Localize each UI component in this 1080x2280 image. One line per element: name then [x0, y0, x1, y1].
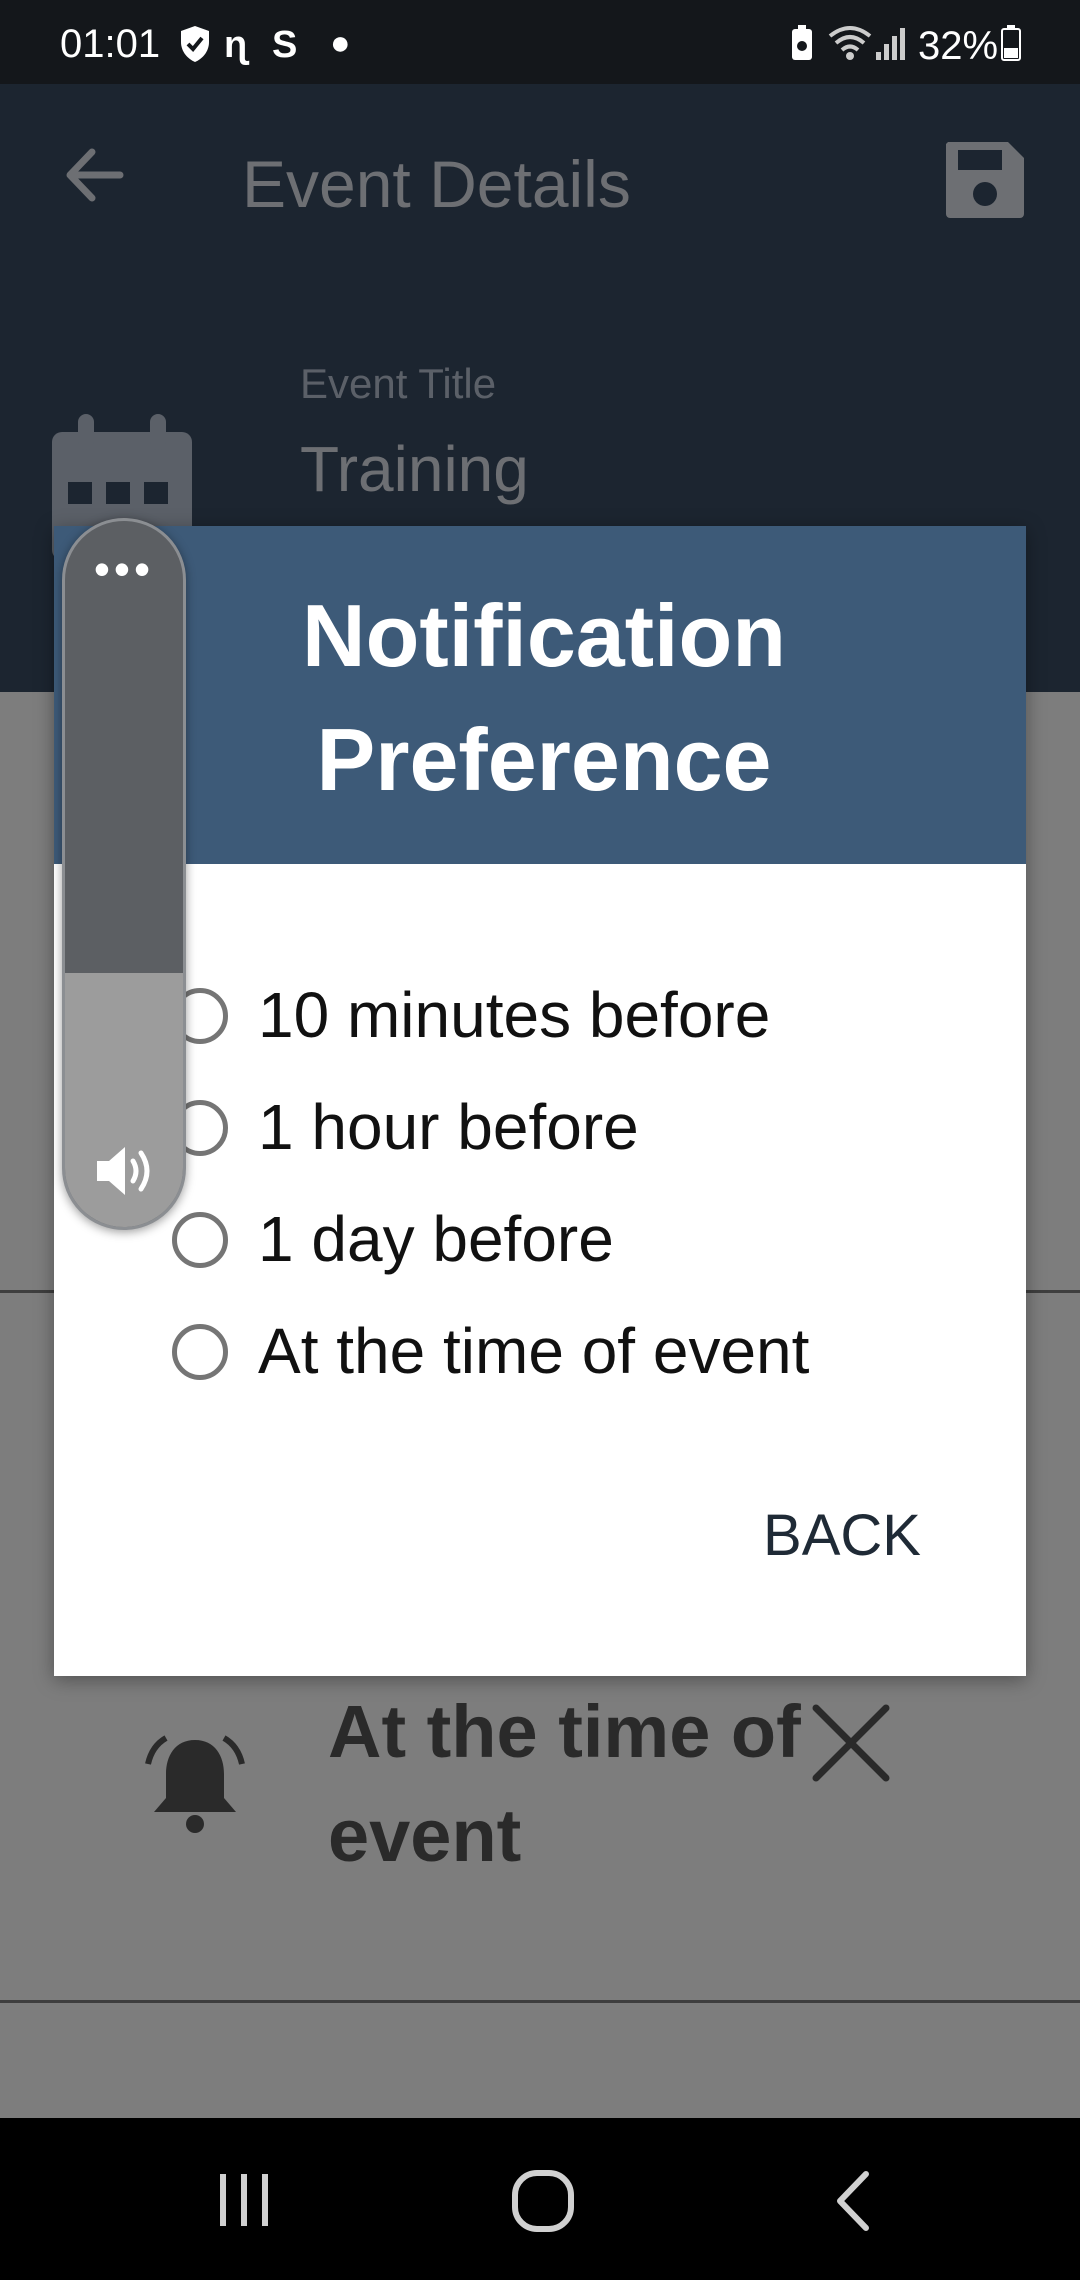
shield-icon	[181, 26, 209, 62]
dialog-title: Notification Preference	[302, 586, 786, 809]
save-icon[interactable]	[940, 134, 1030, 224]
option-at-time-of-event[interactable]: At the time of event	[172, 1310, 992, 1400]
recent-apps-icon[interactable]	[214, 2170, 274, 2230]
option-label: 1 hour before	[258, 1091, 639, 1163]
s-icon: S	[272, 24, 298, 66]
battery-saver-icon	[792, 25, 812, 60]
more-options-icon[interactable]: •••	[65, 546, 183, 592]
page-title: Event Details	[242, 147, 631, 221]
dot-icon: ●	[330, 24, 351, 62]
wifi-icon	[828, 26, 872, 60]
bell-icon	[145, 1735, 245, 1833]
event-title-label: Event Title	[300, 360, 497, 407]
option-1-day-before[interactable]: 1 day before	[172, 1198, 992, 1288]
home-icon[interactable]	[510, 2168, 576, 2234]
signal-icon	[876, 28, 905, 60]
notification-preference-dialog: Notification Preference 10 minutes befor…	[54, 526, 1026, 1676]
battery-percentage: 32%	[918, 24, 999, 68]
option-label: At the time of event	[258, 1315, 810, 1387]
network-n-icon: ɳ	[224, 24, 248, 66]
option-label: 10 minutes before	[258, 979, 771, 1051]
close-icon[interactable]	[808, 1700, 894, 1786]
back-button[interactable]: BACK	[722, 1486, 962, 1586]
navigation-bar	[0, 2118, 1080, 2280]
option-label: 1 day before	[258, 1203, 614, 1275]
status-bar: 01:01 ɳ S ● 32%	[0, 0, 1080, 84]
back-arrow-icon[interactable]	[60, 140, 130, 210]
option-10-minutes-before[interactable]: 10 minutes before	[172, 974, 992, 1064]
nav-back-icon[interactable]	[828, 2168, 878, 2234]
speaker-icon[interactable]	[93, 1141, 159, 1201]
notification-preference-value: At the time of event	[328, 1690, 801, 1877]
radio-button[interactable]	[172, 1324, 228, 1380]
event-title-value[interactable]: Training	[300, 432, 529, 506]
option-1-hour-before[interactable]: 1 hour before	[172, 1086, 992, 1176]
dialog-header: Notification Preference	[54, 526, 1026, 864]
battery-icon	[1001, 25, 1021, 61]
divider	[0, 2000, 1080, 2003]
status-time: 01:01	[60, 22, 161, 66]
volume-panel[interactable]: •••	[62, 518, 186, 1230]
